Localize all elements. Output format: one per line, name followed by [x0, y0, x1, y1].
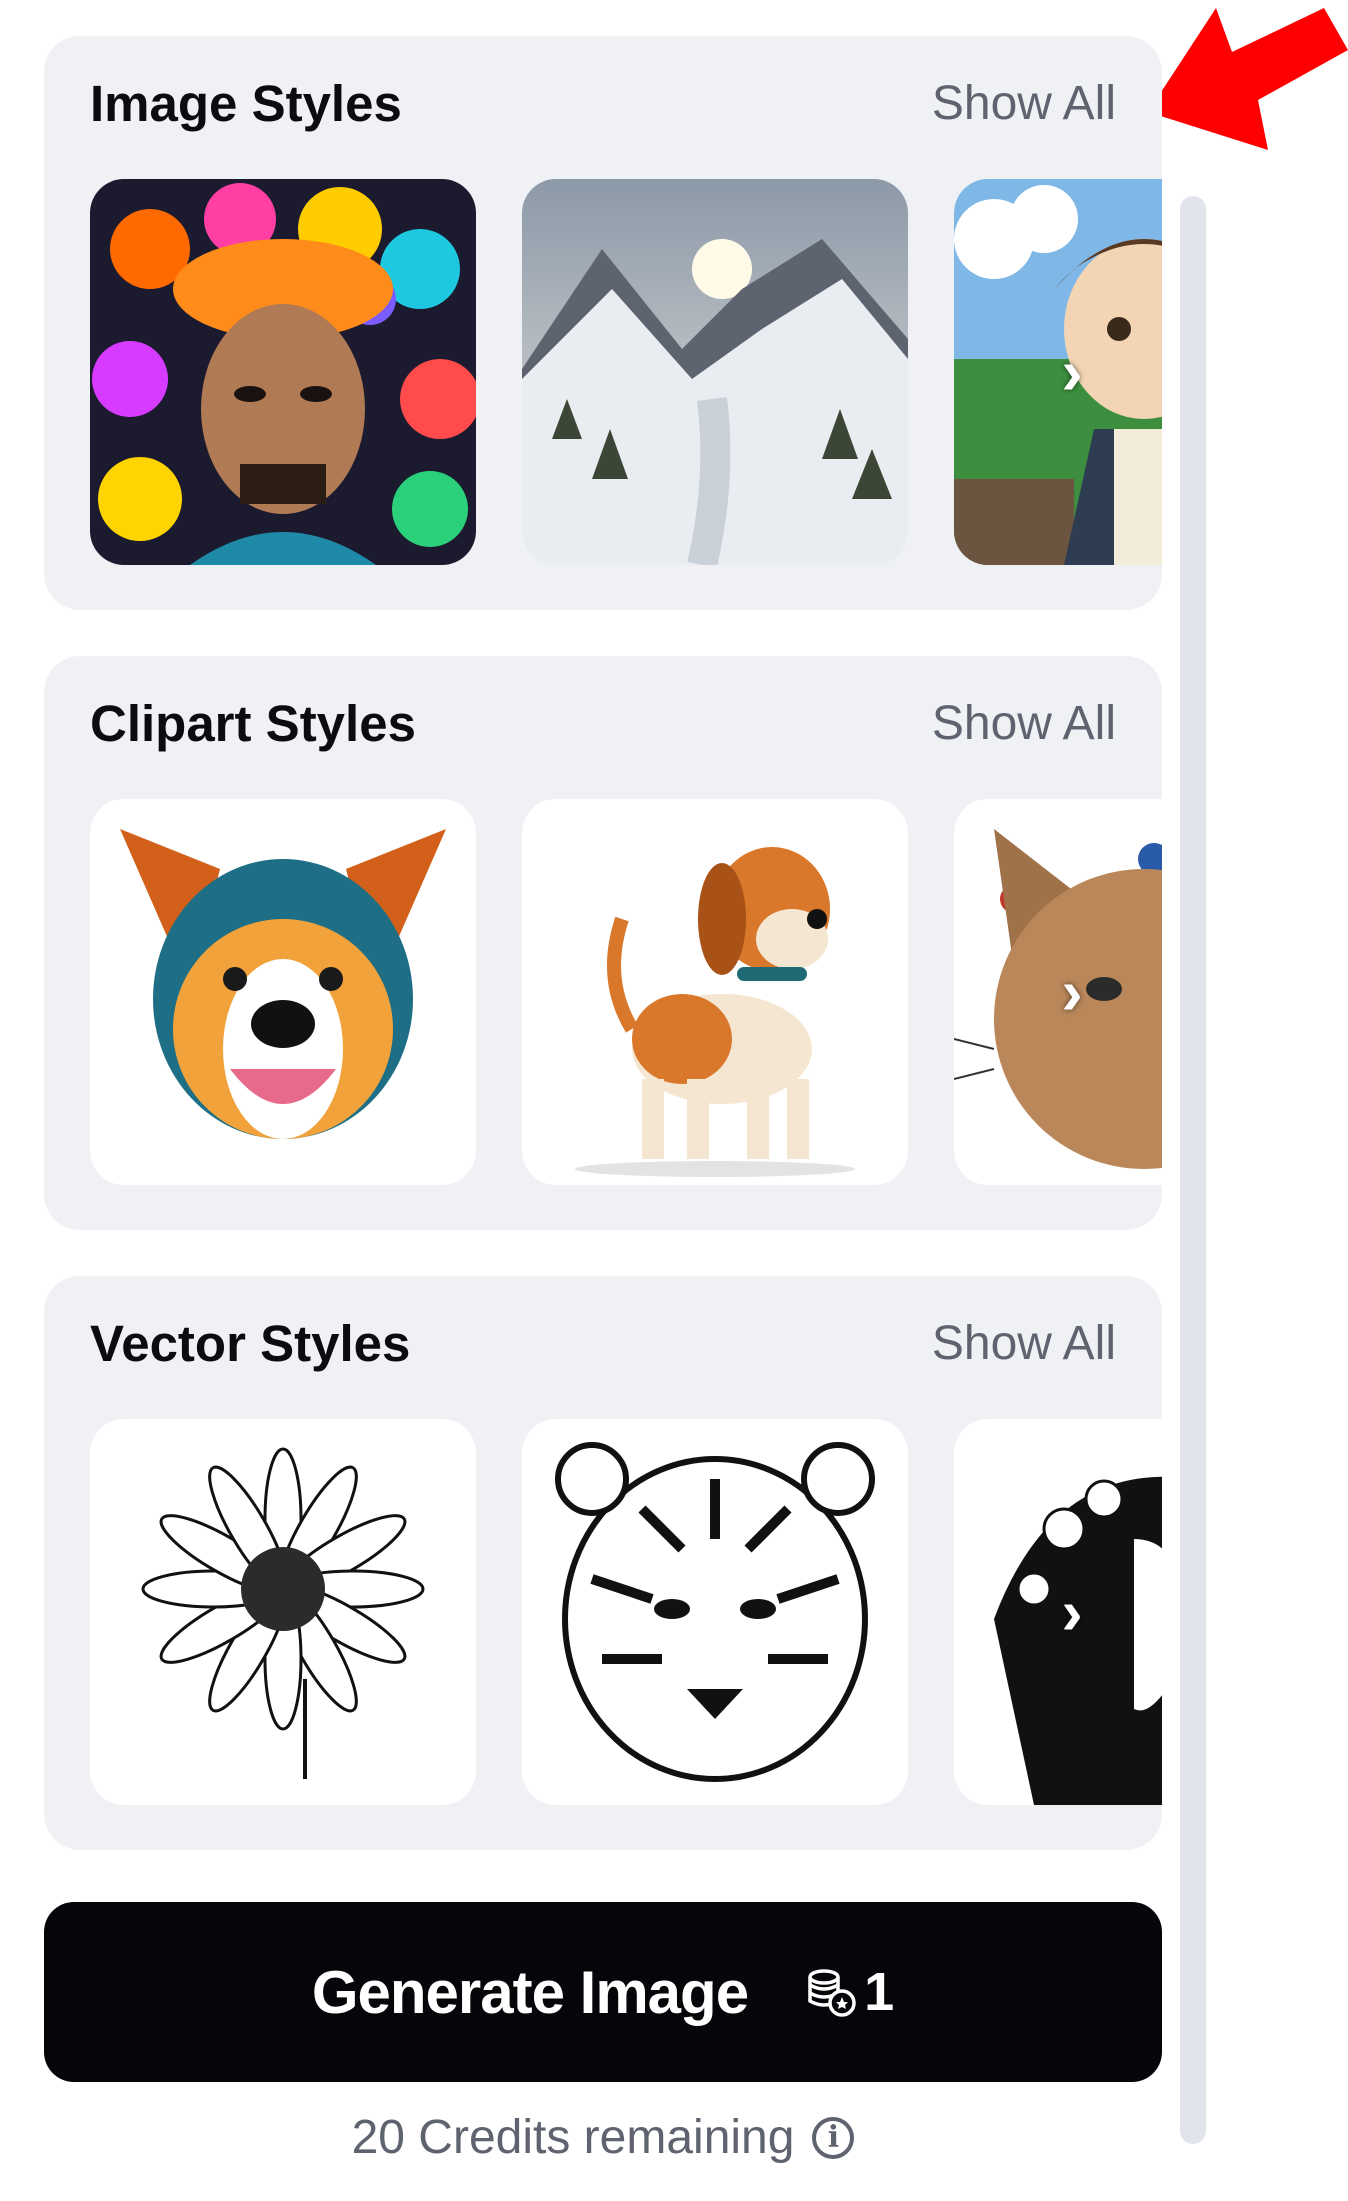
style-carousel[interactable]: › — [90, 799, 1162, 1187]
red-arrow-icon — [1148, 8, 1348, 150]
style-card-floral-silhouette[interactable]: › — [954, 1419, 1162, 1805]
daisy-image — [141, 1447, 425, 1779]
mountain-image — [522, 179, 908, 565]
credit-cost: 1 — [804, 1961, 894, 2023]
section-title: Clipart Styles — [90, 695, 416, 752]
style-card-dog-head[interactable] — [90, 799, 476, 1185]
generate-image-button[interactable]: Generate Image 1 — [44, 1902, 1162, 2082]
section-title: Image Styles — [90, 75, 402, 132]
credits-remaining: 20 Credits remaining i — [0, 2110, 1206, 2165]
info-icon[interactable]: i — [812, 2116, 855, 2159]
style-carousel[interactable]: › — [90, 179, 1162, 567]
scrollbar[interactable] — [1180, 196, 1206, 2144]
style-card-beagle[interactable] — [522, 799, 908, 1185]
generate-button-label: Generate Image — [311, 1958, 749, 2026]
floral-silhouette-image — [994, 1476, 1162, 1805]
section-title: Vector Styles — [90, 1315, 411, 1372]
carousel-next-icon[interactable]: › — [1061, 1575, 1082, 1649]
cat-image — [954, 829, 1162, 1169]
dog-head-image — [120, 829, 446, 1139]
portrait-image — [90, 179, 476, 565]
credits-text: 20 Credits remaining — [351, 2111, 795, 2164]
image-styles-panel: Image Styles Show All › — [44, 36, 1162, 610]
style-card-anime[interactable]: › — [954, 179, 1162, 565]
style-card-tiger[interactable] — [522, 1419, 908, 1805]
clipart-styles-panel: Clipart Styles Show All › — [44, 656, 1162, 1230]
style-carousel[interactable]: › — [90, 1419, 1162, 1807]
carousel-next-icon[interactable]: › — [1061, 955, 1082, 1029]
coins-icon — [808, 1969, 856, 2017]
show-all-link[interactable]: Show All — [932, 76, 1116, 131]
anime-image — [954, 179, 1162, 565]
vector-styles-panel: Vector Styles Show All › — [44, 1276, 1162, 1850]
style-card-mountains[interactable] — [522, 179, 908, 565]
style-card-portrait[interactable] — [90, 179, 476, 565]
show-all-link[interactable]: Show All — [932, 696, 1116, 751]
carousel-next-icon[interactable]: › — [1061, 335, 1082, 409]
style-card-daisy[interactable] — [90, 1419, 476, 1805]
credit-cost-value: 1 — [864, 1962, 895, 2022]
beagle-image — [575, 847, 855, 1177]
tiger-image — [555, 1442, 875, 1782]
show-all-link[interactable]: Show All — [932, 1316, 1116, 1371]
style-card-cat[interactable]: › — [954, 799, 1162, 1185]
